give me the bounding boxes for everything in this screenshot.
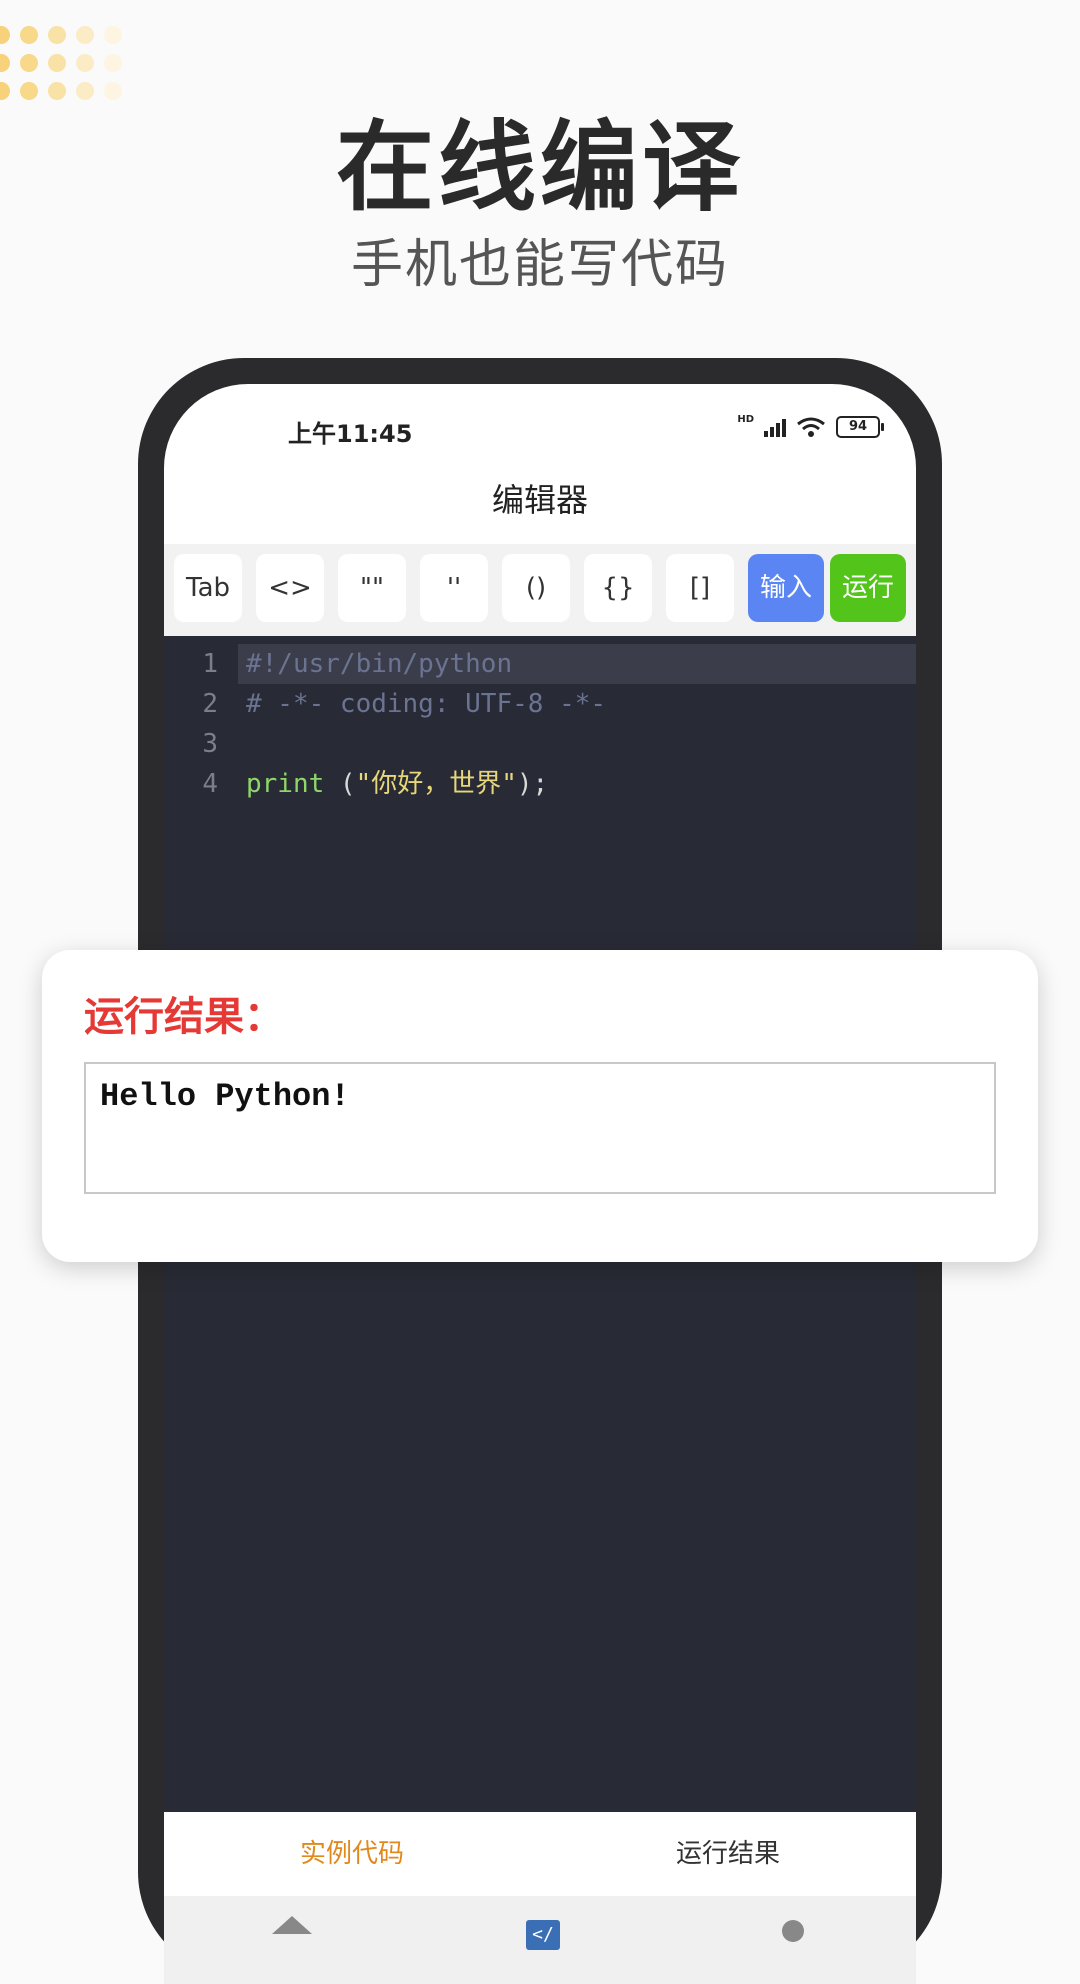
code-line: 4 print ("你好，世界");: [164, 764, 916, 804]
result-title: 运行结果：: [84, 994, 284, 1040]
code-punctuation: (: [324, 769, 356, 799]
hd-label: HD: [737, 413, 754, 425]
battery-icon: 94: [836, 416, 884, 438]
line-number: 1: [202, 649, 218, 679]
line-number: 4: [202, 769, 218, 799]
tab-examples[interactable]: 实例代码: [164, 1812, 540, 1896]
code-line: 1 #!/usr/bin/python: [164, 644, 916, 684]
promo-headline: 在线编译: [335, 111, 744, 225]
home-icon[interactable]: [272, 1916, 312, 1934]
line-number: 3: [202, 729, 218, 759]
key-parentheses-button[interactable]: (): [502, 554, 570, 622]
promo-subhead: 手机也能写代码: [350, 235, 729, 295]
bottom-tabs: 实例代码 运行结果: [164, 1812, 916, 1896]
status-icons: HD 94: [737, 413, 884, 440]
result-output-text: Hello Python!: [100, 1078, 350, 1115]
code-string: "你好，世界": [355, 769, 517, 799]
result-output-box: Hello Python!: [84, 1062, 996, 1194]
key-single-quotes-button[interactable]: '': [420, 554, 488, 622]
code-icon[interactable]: </: [526, 1920, 560, 1950]
signal-icon: [764, 417, 786, 437]
key-braces-button[interactable]: {}: [584, 554, 652, 622]
result-card: 运行结果： Hello Python!: [42, 950, 1038, 1262]
line-number: 2: [202, 689, 218, 719]
wifi-icon: [797, 417, 825, 437]
status-bar: 上午11:45 HD 94: [164, 384, 916, 470]
code-punctuation: );: [516, 769, 549, 799]
user-icon[interactable]: [782, 1920, 804, 1942]
key-double-quotes-button[interactable]: "": [338, 554, 406, 622]
code-line: 3: [164, 724, 916, 764]
tab-results[interactable]: 运行结果: [540, 1812, 916, 1896]
input-button[interactable]: 输入: [748, 554, 824, 622]
run-button[interactable]: 运行: [830, 554, 906, 622]
code-line: 2 # -*- coding: UTF-8 -*-: [164, 684, 916, 724]
code-keyword: print: [246, 769, 325, 799]
page-title: 编辑器: [164, 470, 916, 544]
key-brackets-button[interactable]: []: [666, 554, 734, 622]
editor-toolbar: Tab <> "" '' () {} [] 输入 运行: [164, 544, 916, 636]
key-tab-button[interactable]: Tab: [174, 554, 242, 622]
code-text: print ("你好，世界");: [246, 764, 548, 804]
code-text: # -*- coding: UTF-8 -*-: [246, 689, 607, 719]
status-time: 上午11:45: [288, 420, 413, 448]
code-text: #!/usr/bin/python: [246, 649, 513, 679]
bottom-navigation: </: [164, 1896, 916, 1984]
key-angle-brackets-button[interactable]: <>: [256, 554, 324, 622]
